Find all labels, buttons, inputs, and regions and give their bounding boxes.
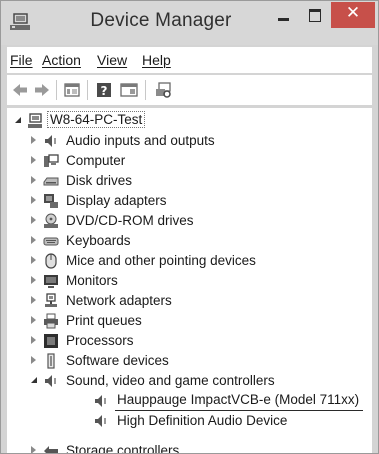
computer-monitor-icon <box>28 113 42 128</box>
collapsed-arrow-icon[interactable] <box>31 356 36 364</box>
tree-item-high-definition-audio[interactable]: High Definition Audio Device <box>7 411 372 431</box>
menu-help[interactable]: Help <box>142 52 171 68</box>
printer-icon <box>44 313 58 329</box>
forward-arrow-icon[interactable] <box>33 81 51 99</box>
tree-item-label: Software devices <box>66 353 169 368</box>
toolbar-separator <box>87 80 88 100</box>
tree-item-label: Network adapters <box>66 293 172 308</box>
expanded-arrow-icon[interactable] <box>15 117 21 123</box>
svg-text:?: ? <box>101 84 108 98</box>
collapsed-arrow-icon[interactable] <box>31 316 36 324</box>
tree-item-label: Disk drives <box>66 173 133 188</box>
menu-view[interactable]: View <box>97 52 127 68</box>
disk-drive-icon <box>43 177 59 186</box>
collapsed-arrow-icon[interactable] <box>31 296 36 304</box>
expanded-arrow-icon[interactable] <box>31 377 37 383</box>
tree-item-audio-inputs[interactable]: Audio inputs and outputs <box>7 131 372 151</box>
tree-item-label: Display adapters <box>66 193 167 208</box>
speaker-icon <box>45 135 56 147</box>
network-adapter-icon <box>45 293 57 307</box>
collapsed-arrow-icon[interactable] <box>31 216 36 224</box>
device-tree: W8-64-PC-Test Audio inputs and outputs C… <box>7 108 372 454</box>
collapsed-arrow-icon[interactable] <box>31 136 36 144</box>
processor-icon <box>44 334 58 348</box>
collapsed-arrow-icon[interactable] <box>31 256 36 264</box>
tree-item-mice[interactable]: Mice and other pointing devices <box>7 251 372 271</box>
tree-item-label: High Definition Audio Device <box>117 413 288 428</box>
tree-item-label: Storage controllers <box>66 443 180 454</box>
collapsed-arrow-icon[interactable] <box>31 446 36 453</box>
title-bar[interactable]: Device Manager ✕ <box>1 1 378 45</box>
collapsed-arrow-icon[interactable] <box>31 196 36 204</box>
tree-item-disk-drives[interactable]: Disk drives <box>7 171 372 191</box>
tree-item-computer[interactable]: Computer <box>7 151 372 171</box>
toolbar-separator <box>56 80 57 100</box>
tree-item-display-adapters[interactable]: Display adapters <box>7 191 372 211</box>
tree-item-software-devices[interactable]: Software devices <box>7 351 372 371</box>
keyboard-icon <box>43 237 59 246</box>
tree-item-print-queues[interactable]: Print queues <box>7 311 372 331</box>
tree-item-label: Monitors <box>66 273 118 288</box>
scan-hardware-icon[interactable] <box>153 81 173 99</box>
close-button[interactable]: ✕ <box>331 2 375 28</box>
speaker-icon <box>95 415 106 427</box>
display-adapter-icon <box>44 194 58 208</box>
tree-item-label: Mice and other pointing devices <box>66 253 256 268</box>
tree-item-label: Print queues <box>66 313 142 328</box>
tree-item-sound-video-game-controllers[interactable]: Sound, video and game controllers <box>7 371 372 391</box>
tree-item-label: Sound, video and game controllers <box>66 373 275 388</box>
minimize-button[interactable] <box>269 1 299 29</box>
tree-item-label: Audio inputs and outputs <box>66 133 215 148</box>
tree-root-label: W8-64-PC-Test <box>47 111 146 128</box>
tree-item-label: Computer <box>66 153 126 168</box>
tree-item-hauppauge-impactvcb[interactable]: Hauppauge ImpactVCB-e (Model 711xx) <box>7 391 372 411</box>
collapsed-arrow-icon[interactable] <box>31 236 36 244</box>
tree-item-dvd-drives[interactable]: DVD/CD-ROM drives <box>7 211 372 231</box>
collapsed-arrow-icon[interactable] <box>31 336 36 344</box>
tree-item-storage-controllers[interactable]: Storage controllers <box>7 441 372 454</box>
mouse-icon <box>45 253 57 269</box>
close-icon: ✕ <box>345 3 361 23</box>
collapsed-arrow-icon[interactable] <box>31 156 36 164</box>
back-arrow-icon[interactable] <box>11 81 29 99</box>
tree-item-keyboards[interactable]: Keyboards <box>7 231 372 251</box>
storage-controller-icon <box>44 446 58 453</box>
menu-action[interactable]: Action <box>42 52 81 68</box>
tree-item-processors[interactable]: Processors <box>7 331 372 351</box>
tree-root-node[interactable]: W8-64-PC-Test <box>7 111 372 131</box>
tree-item-label: DVD/CD-ROM drives <box>66 213 194 228</box>
properties-sheet-icon[interactable] <box>63 81 81 99</box>
view-pane-icon[interactable] <box>119 81 139 99</box>
software-device-icon <box>47 353 55 369</box>
speaker-icon <box>45 375 56 387</box>
speaker-icon <box>95 395 106 407</box>
toolbar: ? <box>7 75 372 105</box>
menu-bar: File Action View Help <box>7 47 372 73</box>
tree-item-label: Processors <box>66 333 134 348</box>
computer-icon <box>44 154 59 167</box>
collapsed-arrow-icon[interactable] <box>31 276 36 284</box>
tree-item-monitors[interactable]: Monitors <box>7 271 372 291</box>
device-manager-window: Device Manager ✕ File Action View Help ?… <box>0 0 379 454</box>
monitor-icon <box>44 275 58 288</box>
menu-file[interactable]: File <box>10 52 33 68</box>
toolbar-separator <box>145 80 146 100</box>
tree-item-label: Hauppauge ImpactVCB-e (Model 711xx) <box>117 392 360 407</box>
tree-item-network-adapters[interactable]: Network adapters <box>7 291 372 311</box>
maximize-button[interactable] <box>301 1 329 29</box>
dvd-drive-icon <box>44 213 58 228</box>
tree-item-label: Keyboards <box>66 233 131 248</box>
help-icon[interactable]: ? <box>95 81 113 99</box>
collapsed-arrow-icon[interactable] <box>31 176 36 184</box>
